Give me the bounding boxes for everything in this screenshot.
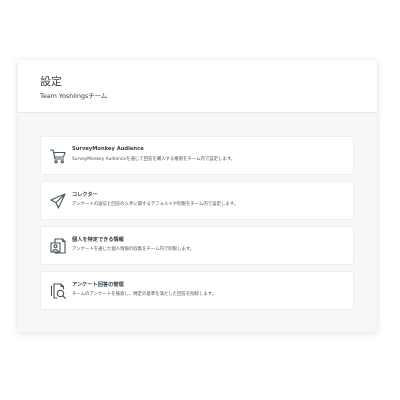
setting-card-response-management[interactable]: アンケート回答の管理 チームのアンケートを検索し、特定の基準を満たした回答を削除… bbox=[41, 272, 353, 309]
cart-icon bbox=[49, 147, 67, 165]
page-title: 設定 bbox=[40, 75, 62, 88]
setting-card-personal-info[interactable]: 個人を特定できる情報 アンケートを通じた個人情報の収集をチーム内で制限します。 bbox=[41, 227, 353, 264]
setting-card-title: コレクター bbox=[72, 192, 98, 198]
setting-card-collectors[interactable]: コレクター アンケートの送信と回答の入手に関するデフォルトや制限をチーム内で設定… bbox=[41, 182, 353, 219]
setting-card-description: チームのアンケートを検索し、特定の基準を満たした回答を削除します。 bbox=[72, 292, 217, 297]
setting-card-title: アンケート回答の管理 bbox=[72, 282, 124, 288]
setting-card-description: アンケートを通じた個人情報の収集をチーム内で制限します。 bbox=[72, 247, 195, 252]
setting-card-description: アンケートの送信と回答の入手に関するデフォルトや制限をチーム内で設定します。 bbox=[72, 202, 239, 207]
setting-card-description: SurveyMonkey Audienceを通じて回答を購入する権限をチーム内で… bbox=[72, 157, 236, 162]
response-search-icon bbox=[49, 282, 67, 300]
setting-card-title: SurveyMonkey Audience bbox=[72, 146, 144, 152]
team-name: Team Yoshlingsチーム bbox=[40, 92, 108, 100]
personal-info-icon bbox=[49, 237, 67, 255]
setting-card-title: 個人を特定できる情報 bbox=[72, 237, 124, 243]
paper-plane-icon bbox=[49, 192, 67, 210]
settings-window: 設定 Team Yoshlingsチーム SurveyMonkey Audien… bbox=[18, 60, 377, 332]
setting-card-audience[interactable]: SurveyMonkey Audience SurveyMonkey Audie… bbox=[41, 137, 353, 174]
settings-header: 設定 Team Yoshlingsチーム bbox=[18, 60, 377, 113]
